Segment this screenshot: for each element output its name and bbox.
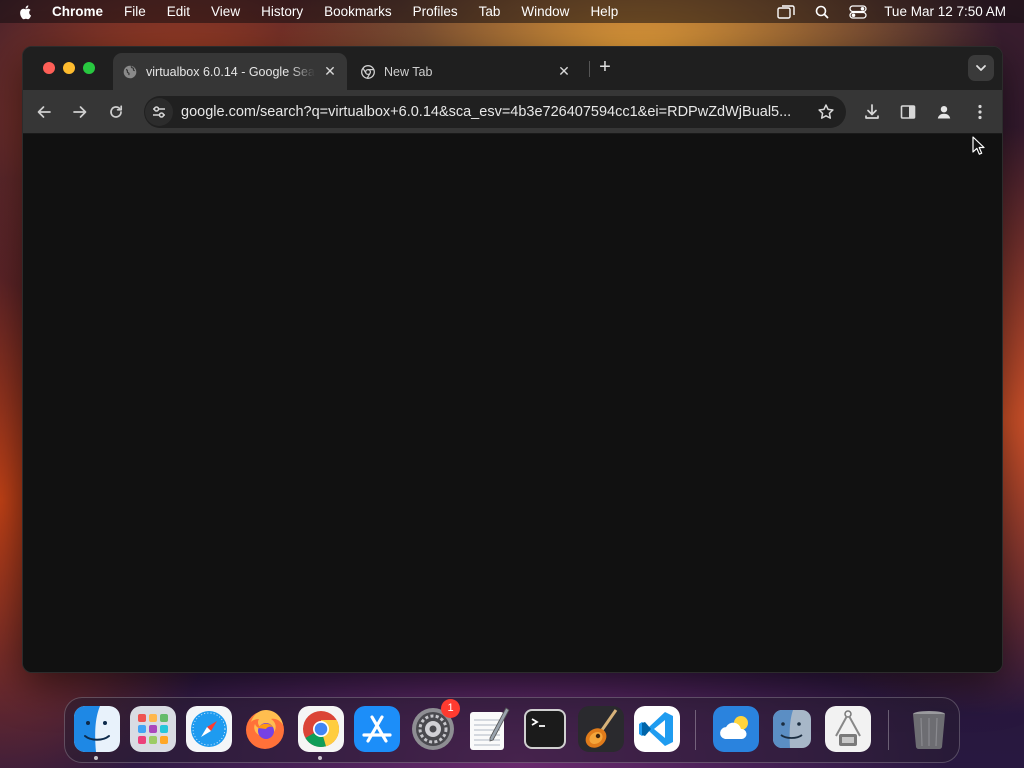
dock: 1 [64, 697, 960, 763]
app-store-icon [354, 706, 400, 752]
dock-trash[interactable] [906, 706, 952, 752]
side-panel-button[interactable] [896, 100, 920, 124]
weather-icon [713, 706, 759, 752]
reload-button[interactable] [104, 100, 128, 124]
spotlight-search-icon[interactable] [813, 5, 831, 19]
dock-safari[interactable] [186, 706, 232, 752]
globe-icon [123, 65, 137, 78]
terminal-icon [524, 709, 566, 749]
page-content-area[interactable] [23, 135, 1002, 672]
back-icon [37, 106, 51, 118]
site-info-button[interactable] [145, 98, 173, 126]
reload-icon [110, 105, 123, 118]
forward-button[interactable] [68, 100, 92, 124]
dock-terminal[interactable] [522, 706, 568, 752]
menu-bar-clock[interactable]: Tue Mar 12 7:50 AM [884, 4, 1006, 19]
profile-button[interactable] [932, 100, 956, 124]
downloads-button[interactable] [860, 100, 884, 124]
dock-separator [695, 710, 696, 750]
mouse-cursor-icon [972, 136, 985, 155]
close-tab-icon[interactable]: ✕ [555, 63, 573, 81]
new-tab-button[interactable]: + [595, 57, 615, 78]
browser-window: virtualbox 6.0.14 - Google Search ✕ New … [22, 46, 1003, 673]
minimize-window-button[interactable] [63, 62, 75, 74]
finder-icon [773, 710, 811, 748]
notification-badge: 1 [441, 699, 460, 718]
dock-vscode[interactable] [634, 706, 680, 752]
profile-icon [937, 106, 951, 119]
back-button[interactable] [32, 100, 56, 124]
vscode-icon [634, 706, 680, 752]
apple-logo-icon[interactable] [18, 4, 34, 20]
dock-preview-utility[interactable] [825, 706, 871, 752]
running-indicator [94, 756, 98, 760]
menu-view[interactable]: View [211, 4, 240, 19]
firefox-icon [246, 710, 284, 749]
dock-weather[interactable] [713, 706, 759, 752]
forward-icon [73, 106, 87, 118]
running-indicator [318, 756, 322, 760]
screen-mirroring-icon[interactable] [777, 4, 795, 19]
menu-profiles[interactable]: Profiles [413, 4, 458, 19]
download-icon [865, 104, 879, 119]
dock-finder-alt[interactable] [769, 706, 815, 752]
tab-title: virtualbox 6.0.14 - Google Search [146, 64, 315, 79]
bookmark-star-icon [818, 104, 834, 119]
safari-icon [186, 706, 232, 752]
chrome-menu-button[interactable] [968, 100, 992, 124]
guitar-icon [578, 706, 624, 752]
menu-file[interactable]: File [124, 4, 146, 19]
close-window-button[interactable] [43, 62, 55, 74]
tab-title: New Tab [384, 64, 433, 79]
dock-separator [888, 710, 889, 750]
menu-help[interactable]: Help [590, 4, 618, 19]
zoom-window-button[interactable] [83, 62, 95, 74]
menu-icon [978, 104, 982, 120]
menu-bookmarks[interactable]: Bookmarks [324, 4, 392, 19]
chevron-down-icon [976, 65, 986, 71]
menu-bar: Chrome File Edit View History Bookmarks … [0, 0, 1024, 23]
browser-toolbar: google.com/search?q=virtualbox+6.0.14&sc… [23, 90, 1002, 134]
tab-separator [589, 61, 590, 77]
address-bar-url[interactable]: google.com/search?q=virtualbox+6.0.14&sc… [181, 104, 803, 120]
menu-tab[interactable]: Tab [479, 4, 501, 19]
menu-bar-status-area: Tue Mar 12 7:50 AM [759, 0, 1006, 23]
finder-icon [74, 706, 120, 752]
dock-finder[interactable] [74, 706, 120, 752]
tab-new-tab[interactable]: New Tab ✕ [351, 53, 581, 90]
launchpad-icon [130, 706, 176, 752]
chrome-icon [361, 64, 375, 79]
google-chrome-icon [298, 706, 344, 752]
tab-active[interactable]: virtualbox 6.0.14 - Google Search ✕ [113, 53, 347, 90]
tune-icon [153, 106, 165, 118]
tab-search-button[interactable] [968, 55, 994, 81]
dock-chrome[interactable] [298, 706, 344, 752]
menu-window[interactable]: Window [521, 4, 569, 19]
trash-icon [913, 711, 945, 750]
bookmark-button[interactable] [816, 102, 836, 122]
dock-app-store[interactable] [354, 706, 400, 752]
menu-edit[interactable]: Edit [167, 4, 190, 19]
dock-firefox[interactable] [242, 706, 288, 752]
address-bar[interactable]: google.com/search?q=virtualbox+6.0.14&sc… [144, 96, 846, 128]
close-tab-icon[interactable]: ✕ [321, 63, 339, 81]
tab-strip: virtualbox 6.0.14 - Google Search ✕ New … [23, 47, 1002, 90]
dock-garageband[interactable] [578, 706, 624, 752]
textedit-icon [470, 707, 510, 750]
side-panel-icon [900, 105, 916, 119]
dock-launchpad[interactable] [130, 706, 176, 752]
screenshot-utility-icon [825, 706, 871, 752]
menu-history[interactable]: History [261, 4, 303, 19]
dock-textedit[interactable] [466, 706, 512, 752]
menu-app-name[interactable]: Chrome [52, 4, 103, 19]
control-center-icon[interactable] [849, 4, 867, 19]
